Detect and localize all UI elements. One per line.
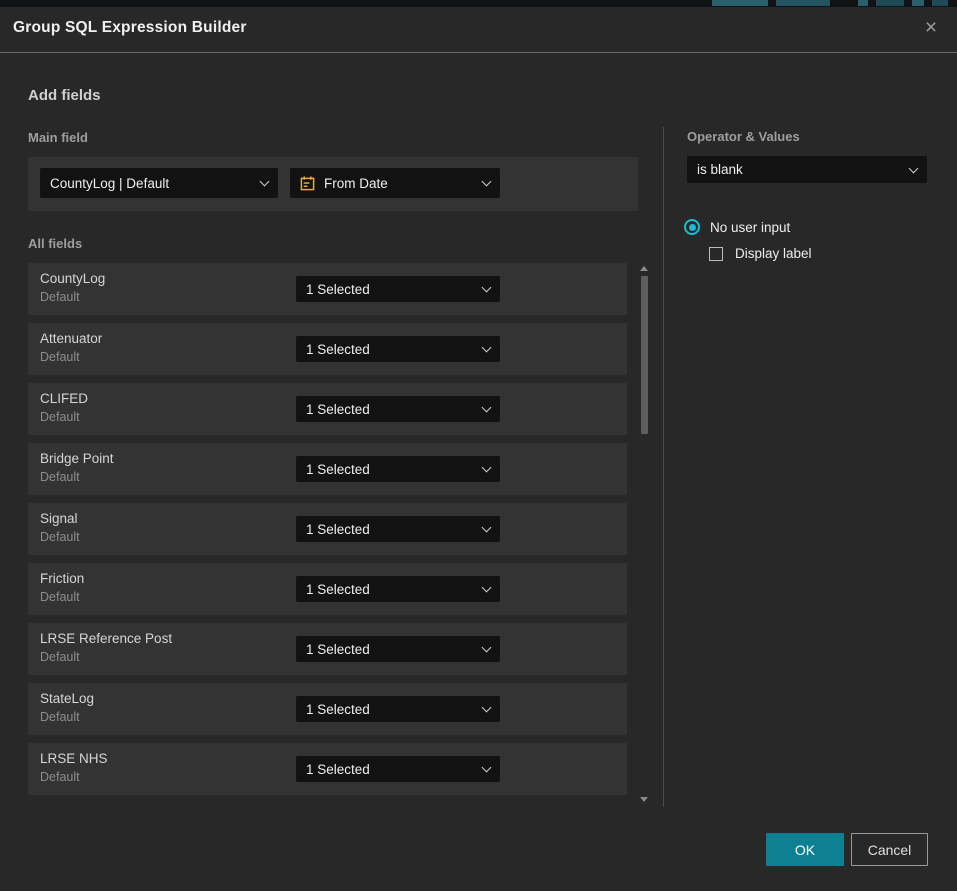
- display-label-checkbox[interactable]: Display label: [709, 246, 812, 261]
- chevron-down-icon: [482, 343, 492, 353]
- field-name: StateLog: [40, 691, 94, 706]
- field-selected-value: 1 Selected: [306, 462, 475, 477]
- no-user-input-label: No user input: [710, 220, 790, 235]
- field-selected-dropdown[interactable]: 1 Selected: [296, 276, 500, 302]
- chevron-down-icon: [482, 583, 492, 593]
- chevron-down-icon: [482, 703, 492, 713]
- field-selected-dropdown[interactable]: 1 Selected: [296, 636, 500, 662]
- field-row: Friction Default 1 Selected: [28, 563, 627, 615]
- field-sublabel: Default: [40, 290, 80, 304]
- scrollbar-down-arrow[interactable]: [640, 797, 648, 802]
- vertical-divider: [663, 127, 664, 807]
- chevron-down-icon: [482, 463, 492, 473]
- field-selected-dropdown[interactable]: 1 Selected: [296, 456, 500, 482]
- main-field-heading: Main field: [28, 130, 88, 145]
- field-name: CountyLog: [40, 271, 105, 286]
- field-selected-value: 1 Selected: [306, 522, 475, 537]
- operator-values-heading: Operator & Values: [687, 129, 800, 144]
- chevron-down-icon: [482, 403, 492, 413]
- chevron-down-icon: [482, 523, 492, 533]
- field-row: LRSE NHS Default 1 Selected: [28, 743, 627, 795]
- field-name: LRSE NHS: [40, 751, 108, 766]
- field-row: StateLog Default 1 Selected: [28, 683, 627, 735]
- field-sublabel: Default: [40, 350, 80, 364]
- field-selected-dropdown[interactable]: 1 Selected: [296, 576, 500, 602]
- background-artifact: [932, 0, 948, 6]
- field-selected-dropdown[interactable]: 1 Selected: [296, 516, 500, 542]
- main-field-source-dropdown[interactable]: CountyLog | Default: [40, 168, 278, 198]
- field-name: Bridge Point: [40, 451, 114, 466]
- field-selected-value: 1 Selected: [306, 402, 475, 417]
- radio-selected-icon: [684, 219, 700, 235]
- dialog-title: Group SQL Expression Builder: [13, 19, 247, 37]
- field-row: Signal Default 1 Selected: [28, 503, 627, 555]
- field-selected-dropdown[interactable]: 1 Selected: [296, 756, 500, 782]
- field-row: Bridge Point Default 1 Selected: [28, 443, 627, 495]
- field-selected-value: 1 Selected: [306, 582, 475, 597]
- field-selected-value: 1 Selected: [306, 642, 475, 657]
- scrollbar-thumb[interactable]: [641, 276, 648, 434]
- main-field-source-value: CountyLog | Default: [50, 176, 253, 191]
- add-fields-heading: Add fields: [28, 87, 101, 104]
- field-sublabel: Default: [40, 530, 80, 544]
- main-field-panel: CountyLog | Default From Date: [28, 157, 638, 211]
- dialog-titlebar: Group SQL Expression Builder ×: [0, 7, 957, 53]
- field-selected-dropdown[interactable]: 1 Selected: [296, 336, 500, 362]
- calendar-icon: [300, 176, 315, 191]
- field-sublabel: Default: [40, 590, 80, 604]
- chevron-down-icon: [260, 177, 270, 187]
- background-artifact: [712, 0, 768, 6]
- field-row: CountyLog Default 1 Selected: [28, 263, 627, 315]
- field-row: CLIFED Default 1 Selected: [28, 383, 627, 435]
- background-artifact: [858, 0, 868, 6]
- checkbox-unchecked-icon: [709, 247, 723, 261]
- background-artifact: [876, 0, 904, 6]
- field-selected-dropdown[interactable]: 1 Selected: [296, 396, 500, 422]
- field-selected-value: 1 Selected: [306, 762, 475, 777]
- field-name: CLIFED: [40, 391, 88, 406]
- background-artifact: [776, 0, 830, 6]
- screen: Group SQL Expression Builder × Add field…: [0, 0, 957, 891]
- chevron-down-icon: [482, 763, 492, 773]
- display-label-text: Display label: [735, 246, 812, 261]
- chevron-down-icon: [482, 643, 492, 653]
- field-sublabel: Default: [40, 470, 80, 484]
- no-user-input-radio[interactable]: No user input: [684, 219, 790, 235]
- chevron-down-icon: [482, 283, 492, 293]
- field-row: Attenuator Default 1 Selected: [28, 323, 627, 375]
- field-name: LRSE Reference Post: [40, 631, 172, 646]
- field-selected-value: 1 Selected: [306, 342, 475, 357]
- field-sublabel: Default: [40, 710, 80, 724]
- chevron-down-icon: [909, 163, 919, 173]
- main-field-field-value: From Date: [324, 176, 475, 191]
- operator-dropdown[interactable]: is blank: [687, 156, 927, 183]
- main-field-field-dropdown[interactable]: From Date: [290, 168, 500, 198]
- close-icon[interactable]: ×: [921, 18, 941, 38]
- cancel-button[interactable]: Cancel: [851, 833, 928, 866]
- operator-value: is blank: [697, 162, 902, 177]
- background-app-strip: [0, 0, 957, 7]
- scrollbar-up-arrow[interactable]: [640, 266, 648, 271]
- group-sql-expression-builder-dialog: Group SQL Expression Builder × Add field…: [0, 7, 957, 891]
- background-artifact: [912, 0, 924, 6]
- field-selected-value: 1 Selected: [306, 282, 475, 297]
- field-name: Friction: [40, 571, 84, 586]
- ok-button[interactable]: OK: [766, 833, 844, 866]
- field-sublabel: Default: [40, 770, 80, 784]
- field-sublabel: Default: [40, 650, 80, 664]
- field-selected-dropdown[interactable]: 1 Selected: [296, 696, 500, 722]
- field-name: Signal: [40, 511, 78, 526]
- field-selected-value: 1 Selected: [306, 702, 475, 717]
- all-fields-heading: All fields: [28, 236, 82, 251]
- field-sublabel: Default: [40, 410, 80, 424]
- chevron-down-icon: [482, 177, 492, 187]
- field-name: Attenuator: [40, 331, 102, 346]
- field-row: LRSE Reference Post Default 1 Selected: [28, 623, 627, 675]
